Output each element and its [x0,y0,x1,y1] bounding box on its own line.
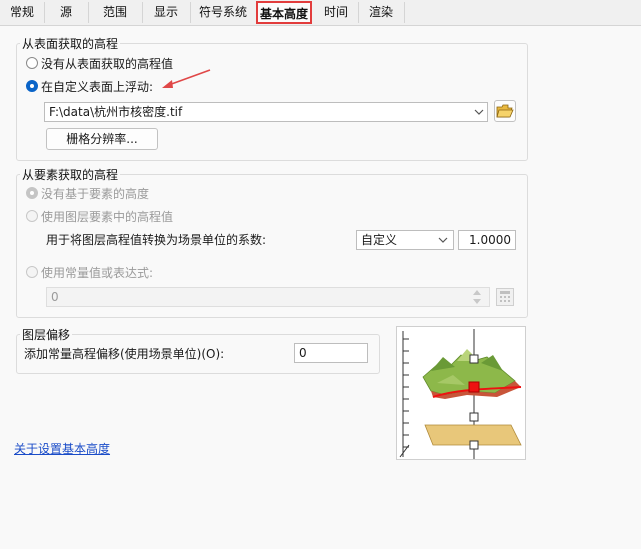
radio-layer-field-elevation [26,210,38,222]
tab-extent[interactable]: 范围 [88,2,143,23]
tab-source[interactable]: 源 [44,2,89,23]
radio-float-on-surface[interactable] [26,80,38,92]
radio-no-surface-elevation[interactable] [26,57,38,69]
offset-label: 添加常量高程偏移(使用场景单位)(O): [24,347,225,361]
radio-expression-label: 使用常量值或表达式: [41,266,154,280]
calculator-grid [500,291,510,302]
radio-layer-field-label: 使用图层要素中的高程值 [41,210,174,224]
conversion-factor-input[interactable]: 1.0000 [458,230,516,250]
conversion-factor-value: 1.0000 [469,233,511,247]
tab-display[interactable]: 显示 [142,2,191,23]
conversion-unit-value: 自定义 [361,233,398,247]
radio-no-feature-height [26,187,38,199]
radio-no-feature-label: 没有基于要素的高度 [41,187,150,201]
expression-input: 0 [46,287,490,307]
radio-no-surface-label: 没有从表面获取的高程值 [41,57,174,71]
expression-value: 0 [51,290,59,304]
feature-group-title: 从要素获取的高程 [20,166,121,183]
browse-surface-button[interactable] [494,100,516,122]
radio-expression [26,266,38,278]
raster-resolution-button[interactable]: 栅格分辨率... [46,128,158,150]
calculator-icon [496,288,514,306]
conversion-factor-label: 用于将图层高程值转换为场景单位的系数: [46,233,267,247]
help-link-base-heights[interactable]: 关于设置基本高度 [14,440,110,457]
terrain-diagram [399,329,522,459]
chevron-down-icon[interactable] [474,108,484,116]
tab-base-heights[interactable]: 基本高度 [256,1,312,24]
radio-float-label: 在自定义表面上浮动: [41,80,154,94]
chevron-down-icon[interactable] [438,236,448,244]
base-height-preview [396,326,526,460]
surface-group-title: 从表面获取的高程 [20,35,121,52]
annotation-arrow-icon [162,69,211,88]
folder-open-icon [496,104,514,118]
tab-general[interactable]: 常规 [0,2,45,23]
surface-path-value: F:\data\杭州市核密度.tif [49,105,183,119]
offset-value: 0 [299,346,307,360]
spinner-arrows-icon [473,290,481,304]
offset-input[interactable]: 0 [294,343,368,363]
tab-rendering[interactable]: 渲染 [358,2,405,23]
surface-path-dropdown[interactable]: F:\data\杭州市核密度.tif [44,102,488,122]
tab-symbology[interactable]: 符号系统 [190,2,257,23]
tab-bar: 常规 源 范围 显示 符号系统 基本高度 时间 渲染 [0,0,641,26]
offset-group-title: 图层偏移 [20,326,73,343]
tab-time[interactable]: 时间 [314,2,359,23]
